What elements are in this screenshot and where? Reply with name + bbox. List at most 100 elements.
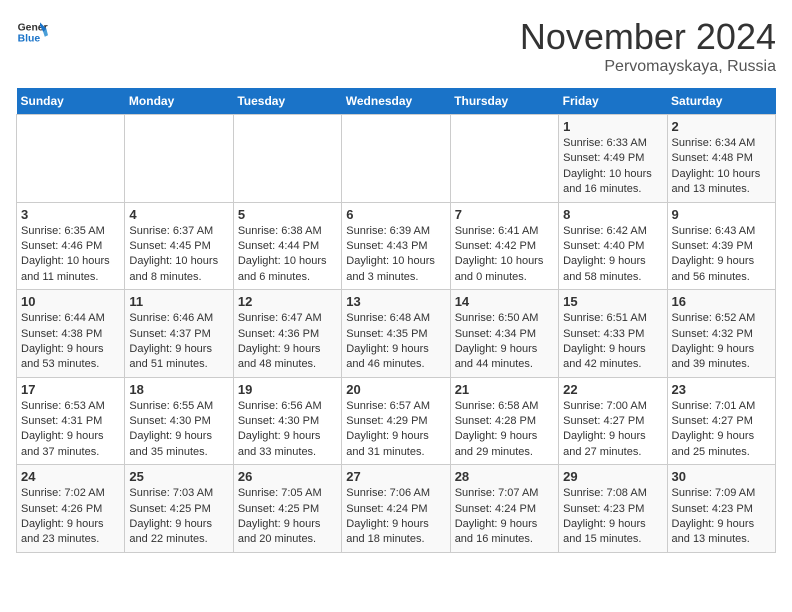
day-cell: 20Sunrise: 6:57 AM Sunset: 4:29 PM Dayli… <box>342 377 450 465</box>
day-info: Sunrise: 6:33 AM Sunset: 4:49 PM Dayligh… <box>563 136 662 198</box>
day-number: 9 <box>672 207 771 222</box>
day-info: Sunrise: 6:39 AM Sunset: 4:43 PM Dayligh… <box>346 224 445 286</box>
day-info: Sunrise: 6:47 AM Sunset: 4:36 PM Dayligh… <box>238 311 337 373</box>
day-number: 25 <box>129 469 228 484</box>
day-cell: 25 Sunrise: 7:03 AM Sunset: 4:25 PM Dayli… <box>125 465 233 553</box>
day-cell: 10 Sunrise: 6:44 AM Sunset: 4:38 PM Dayli… <box>17 290 125 378</box>
day-header-tuesday: Tuesday <box>233 88 341 115</box>
week-row-1: 1 Sunrise: 6:33 AM Sunset: 4:49 PM Daylig… <box>17 115 776 203</box>
day-info: Sunrise: 6:38 AM Sunset: 4:44 PM Dayligh… <box>238 224 337 286</box>
day-header-thursday: Thursday <box>450 88 558 115</box>
day-cell: 4 Sunrise: 6:37 AM Sunset: 4:45 PM Daylig… <box>125 202 233 290</box>
day-cell: 3 Sunrise: 6:35 AM Sunset: 4:46 PM Daylig… <box>17 202 125 290</box>
day-cell <box>342 115 450 203</box>
day-cell: 29Sunrise: 7:08 AM Sunset: 4:23 PM Dayli… <box>559 465 667 553</box>
day-cell: 14 Sunrise: 6:50 AM Sunset: 4:34 PM Dayli… <box>450 290 558 378</box>
calendar-body: 1 Sunrise: 6:33 AM Sunset: 4:49 PM Daylig… <box>17 115 776 553</box>
day-number: 23 <box>672 382 771 397</box>
day-number: 20 <box>346 382 445 397</box>
day-info: Sunrise: 7:03 AM Sunset: 4:25 PM Dayligh… <box>129 486 228 548</box>
day-number: 21 <box>455 382 554 397</box>
day-number: 2 <box>672 119 771 134</box>
day-number: 8 <box>563 207 662 222</box>
week-row-4: 17 Sunrise: 6:53 AM Sunset: 4:31 PM Dayli… <box>17 377 776 465</box>
day-info: Sunrise: 6:41 AM Sunset: 4:42 PM Dayligh… <box>455 224 554 286</box>
day-info: Sunrise: 6:37 AM Sunset: 4:45 PM Dayligh… <box>129 224 228 286</box>
day-cell: 13 Sunrise: 6:48 AM Sunset: 4:35 PM Dayli… <box>342 290 450 378</box>
day-header-sunday: Sunday <box>17 88 125 115</box>
day-number: 26 <box>238 469 337 484</box>
day-info: Sunrise: 6:50 AM Sunset: 4:34 PM Dayligh… <box>455 311 554 373</box>
day-cell: 23 Sunrise: 7:01 AM Sunset: 4:27 PM Dayli… <box>667 377 775 465</box>
days-header: SundayMondayTuesdayWednesdayThursdayFrid… <box>17 88 776 115</box>
day-info: Sunrise: 6:44 AM Sunset: 4:38 PM Dayligh… <box>21 311 120 373</box>
day-number: 29 <box>563 469 662 484</box>
day-header-friday: Friday <box>559 88 667 115</box>
day-number: 22 <box>563 382 662 397</box>
logo-icon: General Blue <box>16 16 48 48</box>
day-info: Sunrise: 6:56 AM Sunset: 4:30 PM Dayligh… <box>238 399 337 461</box>
day-cell: 1 Sunrise: 6:33 AM Sunset: 4:49 PM Daylig… <box>559 115 667 203</box>
day-info: Sunrise: 7:09 AM Sunset: 4:23 PM Dayligh… <box>672 486 771 548</box>
title-block: November 2024 Pervomayskaya, Russia <box>520 16 776 76</box>
day-number: 1 <box>563 119 662 134</box>
day-cell: 12 Sunrise: 6:47 AM Sunset: 4:36 PM Dayli… <box>233 290 341 378</box>
day-cell <box>233 115 341 203</box>
day-cell: 19 Sunrise: 6:56 AM Sunset: 4:30 PM Dayli… <box>233 377 341 465</box>
day-number: 16 <box>672 294 771 309</box>
day-cell: 18 Sunrise: 6:55 AM Sunset: 4:30 PM Dayli… <box>125 377 233 465</box>
day-number: 3 <box>21 207 120 222</box>
day-header-wednesday: Wednesday <box>342 88 450 115</box>
day-number: 11 <box>129 294 228 309</box>
day-info: Sunrise: 6:46 AM Sunset: 4:37 PM Dayligh… <box>129 311 228 373</box>
day-cell: 27 Sunrise: 7:06 AM Sunset: 4:24 PM Dayli… <box>342 465 450 553</box>
day-number: 13 <box>346 294 445 309</box>
day-info: Sunrise: 7:05 AM Sunset: 4:25 PM Dayligh… <box>238 486 337 548</box>
day-info: Sunrise: 6:48 AM Sunset: 4:35 PM Dayligh… <box>346 311 445 373</box>
day-info: Sunrise: 6:34 AM Sunset: 4:48 PM Dayligh… <box>672 136 771 198</box>
week-row-3: 10 Sunrise: 6:44 AM Sunset: 4:38 PM Dayli… <box>17 290 776 378</box>
day-cell: 7Sunrise: 6:41 AM Sunset: 4:42 PM Daylig… <box>450 202 558 290</box>
week-row-2: 3 Sunrise: 6:35 AM Sunset: 4:46 PM Daylig… <box>17 202 776 290</box>
day-info: Sunrise: 6:55 AM Sunset: 4:30 PM Dayligh… <box>129 399 228 461</box>
day-number: 30 <box>672 469 771 484</box>
day-info: Sunrise: 7:06 AM Sunset: 4:24 PM Dayligh… <box>346 486 445 548</box>
day-cell: 16 Sunrise: 6:52 AM Sunset: 4:32 PM Dayli… <box>667 290 775 378</box>
day-number: 4 <box>129 207 228 222</box>
day-info: Sunrise: 6:58 AM Sunset: 4:28 PM Dayligh… <box>455 399 554 461</box>
day-number: 18 <box>129 382 228 397</box>
day-number: 5 <box>238 207 337 222</box>
day-cell: 8Sunrise: 6:42 AM Sunset: 4:40 PM Daylig… <box>559 202 667 290</box>
day-header-monday: Monday <box>125 88 233 115</box>
svg-text:Blue: Blue <box>18 34 41 45</box>
day-cell: 9 Sunrise: 6:43 AM Sunset: 4:39 PM Daylig… <box>667 202 775 290</box>
day-info: Sunrise: 6:35 AM Sunset: 4:46 PM Dayligh… <box>21 224 120 286</box>
day-info: Sunrise: 7:00 AM Sunset: 4:27 PM Dayligh… <box>563 399 662 461</box>
day-info: Sunrise: 6:53 AM Sunset: 4:31 PM Dayligh… <box>21 399 120 461</box>
day-cell: 24Sunrise: 7:02 AM Sunset: 4:26 PM Dayli… <box>17 465 125 553</box>
day-cell <box>17 115 125 203</box>
day-number: 12 <box>238 294 337 309</box>
day-number: 17 <box>21 382 120 397</box>
day-cell: 22 Sunrise: 7:00 AM Sunset: 4:27 PM Dayli… <box>559 377 667 465</box>
day-header-saturday: Saturday <box>667 88 775 115</box>
day-cell: 21 Sunrise: 6:58 AM Sunset: 4:28 PM Dayli… <box>450 377 558 465</box>
day-info: Sunrise: 6:43 AM Sunset: 4:39 PM Dayligh… <box>672 224 771 286</box>
day-cell: 15Sunrise: 6:51 AM Sunset: 4:33 PM Dayli… <box>559 290 667 378</box>
week-row-5: 24Sunrise: 7:02 AM Sunset: 4:26 PM Dayli… <box>17 465 776 553</box>
day-cell <box>450 115 558 203</box>
day-info: Sunrise: 7:01 AM Sunset: 4:27 PM Dayligh… <box>672 399 771 461</box>
day-info: Sunrise: 6:51 AM Sunset: 4:33 PM Dayligh… <box>563 311 662 373</box>
day-info: Sunrise: 6:52 AM Sunset: 4:32 PM Dayligh… <box>672 311 771 373</box>
day-number: 19 <box>238 382 337 397</box>
day-number: 14 <box>455 294 554 309</box>
logo: General Blue <box>16 16 48 48</box>
day-cell <box>125 115 233 203</box>
month-title: November 2024 <box>520 16 776 58</box>
page-header: General Blue November 2024 Pervomayskaya… <box>16 16 776 76</box>
day-number: 10 <box>21 294 120 309</box>
calendar-table: SundayMondayTuesdayWednesdayThursdayFrid… <box>16 88 776 553</box>
day-number: 27 <box>346 469 445 484</box>
day-number: 6 <box>346 207 445 222</box>
day-cell: 17 Sunrise: 6:53 AM Sunset: 4:31 PM Dayli… <box>17 377 125 465</box>
